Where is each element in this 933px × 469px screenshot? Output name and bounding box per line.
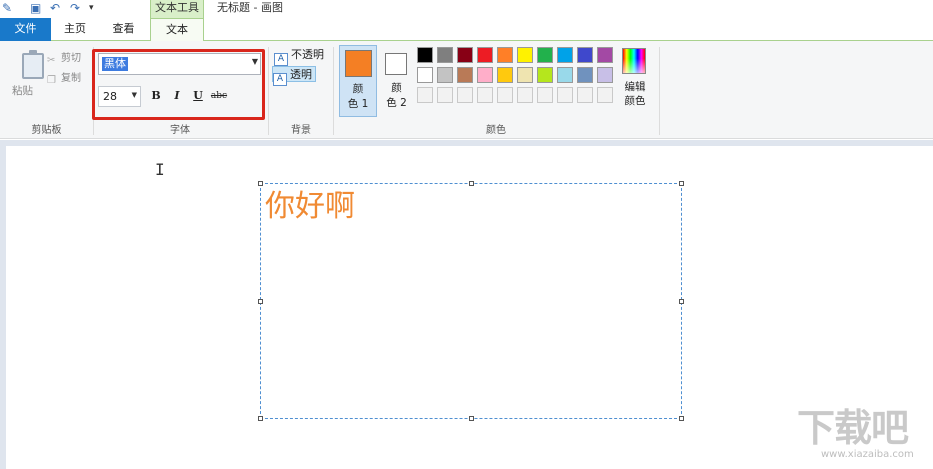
palette-color-swatch[interactable]: [557, 67, 573, 83]
cut-label: 剪切: [61, 53, 81, 64]
group-separator: [659, 47, 660, 135]
font-group-highlight-box: [92, 49, 265, 120]
palette-color-swatch[interactable]: [577, 67, 593, 83]
color-1-label-line1: 颜: [352, 83, 364, 95]
color-1-button[interactable]: 颜 色 1: [339, 45, 377, 117]
tab-home[interactable]: 主页: [51, 18, 99, 41]
color-palette: [417, 47, 617, 107]
palette-color-swatch[interactable]: [537, 47, 553, 63]
text-cursor-icon: I: [155, 160, 165, 179]
resize-handle-bottom[interactable]: [469, 416, 474, 421]
cut-button[interactable]: ✂ 剪切: [47, 49, 81, 66]
palette-custom-slot[interactable]: [457, 87, 473, 103]
watermark-logo: 下载吧: [797, 406, 909, 450]
text-input-box[interactable]: 你好啊: [258, 181, 684, 421]
palette-custom-slot[interactable]: [597, 87, 613, 103]
scissors-icon: ✂: [47, 55, 56, 66]
color-1-label-line2: 色 1: [347, 98, 369, 110]
palette-color-swatch[interactable]: [497, 67, 513, 83]
palette-custom-slot[interactable]: [557, 87, 573, 103]
palette-color-swatch[interactable]: [457, 67, 473, 83]
resize-handle-bottom-right[interactable]: [679, 416, 684, 421]
opaque-label: 不透明: [291, 48, 324, 61]
color-2-label-line2: 色 2: [386, 97, 407, 109]
resize-handle-left[interactable]: [258, 299, 263, 304]
color-2-swatch: [385, 53, 407, 75]
palette-custom-slot[interactable]: [417, 87, 433, 103]
palette-color-swatch[interactable]: [517, 67, 533, 83]
quick-access-dropdown-icon[interactable]: ▾: [89, 2, 94, 15]
undo-icon[interactable]: ↶: [50, 2, 60, 15]
canvas-text[interactable]: 你好啊: [265, 189, 355, 225]
tab-file[interactable]: 文件: [0, 18, 51, 41]
edit-colors-button[interactable]: 编辑 颜色: [619, 45, 651, 117]
palette-custom-slot[interactable]: [437, 87, 453, 103]
group-separator: [333, 47, 334, 135]
text-opaque-icon: A: [274, 53, 288, 66]
copy-icon: ❐: [47, 75, 56, 86]
palette-color-swatch[interactable]: [557, 47, 573, 63]
palette-color-swatch[interactable]: [437, 67, 453, 83]
context-tab-text-tools: 文本工具: [150, 0, 204, 18]
palette-custom-slot[interactable]: [497, 87, 513, 103]
palette-color-swatch[interactable]: [437, 47, 453, 63]
copy-button[interactable]: ❐ 复制: [47, 69, 81, 86]
palette-color-swatch[interactable]: [597, 47, 613, 63]
paint-app-icon[interactable]: ✎: [2, 2, 12, 15]
resize-handle-right[interactable]: [679, 299, 684, 304]
group-label-background: 背景: [291, 125, 311, 136]
color-spectrum-icon: [622, 48, 646, 74]
window-title: 无标题 - 画图: [217, 1, 283, 14]
color-2-label-line1: 颜: [391, 82, 402, 94]
palette-color-swatch[interactable]: [497, 47, 513, 63]
edit-colors-label-line2: 颜色: [624, 95, 646, 107]
color-1-swatch: [345, 50, 372, 77]
palette-color-swatch[interactable]: [477, 67, 493, 83]
palette-color-swatch[interactable]: [537, 67, 553, 83]
palette-color-swatch[interactable]: [577, 47, 593, 63]
palette-color-swatch[interactable]: [517, 47, 533, 63]
color-2-button[interactable]: 颜 色 2: [380, 45, 413, 117]
resize-handle-top-right[interactable]: [679, 181, 684, 186]
palette-color-swatch[interactable]: [417, 47, 433, 63]
palette-color-swatch[interactable]: [477, 47, 493, 63]
ribbon-tabs: 文件 主页 查看 文本: [0, 18, 933, 42]
transparent-option[interactable]: A 透明: [272, 66, 316, 86]
palette-custom-slot[interactable]: [577, 87, 593, 103]
tab-text[interactable]: 文本: [150, 18, 204, 42]
palette-color-swatch[interactable]: [597, 67, 613, 83]
copy-label: 复制: [61, 73, 81, 84]
group-label-font: 字体: [170, 125, 190, 136]
transparent-label: 透明: [290, 68, 312, 81]
group-label-colors: 颜色: [486, 125, 506, 136]
paste-button[interactable]: 粘贴: [8, 45, 44, 101]
paste-icon: [22, 50, 44, 79]
ribbon: 粘贴 ✂ 剪切 ❐ 复制 剪贴板 黑体 ▼ 28 ▼ B I U abc 字体 A不…: [0, 41, 933, 139]
palette-color-swatch[interactable]: [417, 67, 433, 83]
redo-icon[interactable]: ↷: [70, 2, 80, 15]
resize-handle-bottom-left[interactable]: [258, 416, 263, 421]
watermark: 下载吧 www.xiazaiba.com: [797, 405, 927, 465]
text-transparent-icon: A: [273, 73, 287, 86]
save-icon[interactable]: ▣: [30, 2, 41, 15]
title-bar: ✎ ▣ ↶ ↷ ▾ 文本工具 无标题 - 画图: [0, 0, 933, 18]
watermark-url: www.xiazaiba.com: [821, 449, 914, 460]
tab-view[interactable]: 查看: [99, 18, 148, 41]
edit-colors-label-line1: 编辑: [624, 81, 646, 93]
palette-custom-slot[interactable]: [537, 87, 553, 103]
paste-label: 粘贴: [12, 85, 33, 97]
palette-color-swatch[interactable]: [457, 47, 473, 63]
resize-handle-top[interactable]: [469, 181, 474, 186]
group-label-clipboard: 剪贴板: [31, 125, 62, 136]
resize-handle-top-left[interactable]: [258, 181, 263, 186]
palette-custom-slot[interactable]: [517, 87, 533, 103]
group-separator: [268, 47, 269, 135]
palette-custom-slot[interactable]: [477, 87, 493, 103]
opaque-option[interactable]: A 不透明: [274, 47, 324, 66]
